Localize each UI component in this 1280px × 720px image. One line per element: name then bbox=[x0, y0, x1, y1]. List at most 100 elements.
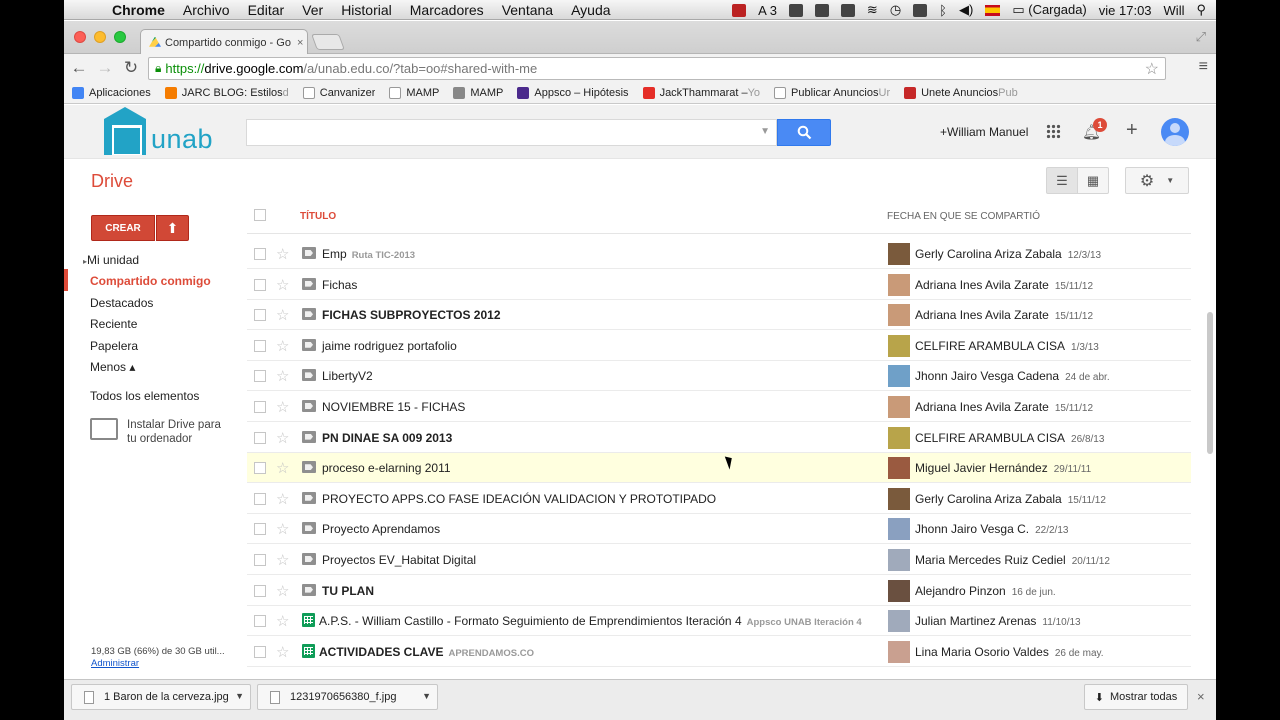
evernote-icon[interactable] bbox=[814, 3, 829, 17]
menu-marcadores[interactable]: Marcadores bbox=[410, 2, 484, 18]
bookmark-item[interactable]: Publicar Anuncios Ur bbox=[774, 86, 890, 99]
table-row[interactable]: ☆ LibertyV2 Jhonn Jairo Vesga Cadena 24 de … bbox=[247, 361, 1191, 392]
bookmark-item[interactable]: JARC BLOG: Estilos d bbox=[164, 86, 289, 99]
menu-historial[interactable]: Historial bbox=[341, 2, 392, 18]
input-flag-icon[interactable] bbox=[985, 4, 1001, 16]
sync-icon[interactable] bbox=[788, 3, 803, 17]
file-title[interactable]: LibertyV2 bbox=[322, 369, 378, 383]
sidebar-item-reciente[interactable]: Reciente bbox=[90, 317, 137, 331]
star-icon[interactable]: ☆ bbox=[276, 306, 289, 324]
user-menu[interactable]: Will bbox=[1164, 3, 1185, 18]
chrome-menu-icon[interactable]: ≡ bbox=[1199, 58, 1208, 76]
select-all-checkbox[interactable] bbox=[254, 209, 266, 221]
display-icon[interactable] bbox=[913, 3, 928, 17]
file-title[interactable]: NOVIEMBRE 15 - FICHAS bbox=[322, 400, 470, 414]
bookmark-item[interactable]: JackThammarat – Yo bbox=[642, 86, 760, 99]
zoom-window-button[interactable] bbox=[114, 31, 126, 43]
search-input[interactable]: ▼ bbox=[246, 119, 777, 146]
avatar-icon[interactable] bbox=[1161, 118, 1189, 146]
create-button[interactable]: CREAR bbox=[91, 215, 155, 241]
apps-grid-icon[interactable] bbox=[1046, 124, 1061, 139]
minimize-window-button[interactable] bbox=[94, 31, 106, 43]
wifi-icon[interactable]: ≋ bbox=[867, 2, 878, 18]
table-row[interactable]: ☆ PROYECTO APPS.CO FASE IDEACIÓN VALIDACI… bbox=[247, 484, 1191, 514]
sidebar-item-menos[interactable]: Menos ▴ bbox=[90, 360, 135, 374]
star-icon[interactable]: ☆ bbox=[276, 245, 289, 263]
address-bar[interactable]: 🔒︎ https:// drive.google.com /a/unab.edu… bbox=[148, 57, 1166, 80]
table-row[interactable]: ☆ Proyectos EV_Habitat Digital Maria Merce… bbox=[247, 545, 1191, 575]
chevron-down-icon[interactable]: ▼ bbox=[235, 691, 244, 701]
file-title[interactable]: A.P.S. - William Castillo - Formato Segu… bbox=[319, 614, 862, 628]
row-checkbox[interactable] bbox=[254, 248, 266, 260]
new-tab-button[interactable] bbox=[311, 34, 345, 50]
share-plus-icon[interactable]: + bbox=[1126, 119, 1138, 142]
star-icon[interactable]: ☆ bbox=[276, 582, 289, 600]
lock-icon[interactable]: 🔒︎ bbox=[155, 61, 161, 76]
search-button[interactable] bbox=[777, 119, 831, 146]
row-checkbox[interactable] bbox=[254, 492, 266, 505]
title-column-header[interactable]: TÍTULO bbox=[300, 211, 336, 222]
search-options-icon[interactable]: ▼ bbox=[760, 126, 770, 137]
bookmark-item[interactable]: Appsco – Hipótesis bbox=[517, 86, 629, 99]
close-window-button[interactable] bbox=[74, 31, 86, 43]
sidebar-item-papelera[interactable]: Papelera bbox=[90, 339, 138, 353]
back-icon[interactable]: ← bbox=[66, 58, 92, 78]
notification-badge[interactable]: 1 bbox=[1093, 118, 1107, 132]
row-checkbox[interactable] bbox=[254, 462, 266, 475]
row-checkbox[interactable] bbox=[254, 554, 266, 566]
row-checkbox[interactable] bbox=[254, 278, 266, 291]
table-row[interactable]: ☆ PN DINAE SA 009 2013 CELFIRE ARAMBULA CI… bbox=[247, 423, 1191, 453]
file-title[interactable]: PROYECTO APPS.CO FASE IDEACIÓN VALIDACIO… bbox=[322, 492, 721, 506]
table-row[interactable]: ☆ A.P.S. - William Castillo - Formato Seg… bbox=[247, 606, 1191, 637]
row-checkbox[interactable] bbox=[254, 401, 266, 413]
file-title[interactable]: Fichas bbox=[322, 278, 362, 292]
row-checkbox[interactable] bbox=[254, 523, 266, 536]
file-title[interactable]: jaime rodriguez portafolio bbox=[322, 339, 462, 353]
star-icon[interactable]: ☆ bbox=[276, 459, 289, 477]
file-title[interactable]: TU PLAN bbox=[322, 584, 379, 598]
reload-icon[interactable]: ↻ bbox=[118, 58, 144, 78]
battery-status[interactable]: ▭ (Cargada) bbox=[1012, 2, 1086, 18]
table-row[interactable]: ☆ FICHAS SUBPROYECTOS 2012 Adriana Ines Av… bbox=[247, 300, 1191, 331]
scrollbar[interactable] bbox=[1207, 312, 1213, 454]
chevron-down-icon[interactable]: ▼ bbox=[422, 691, 431, 701]
bookmark-item[interactable]: MAMP bbox=[453, 86, 503, 99]
star-icon[interactable]: ☆ bbox=[276, 490, 289, 508]
bluetooth-icon[interactable]: ᛒ bbox=[939, 3, 947, 18]
adobe-icon[interactable]: A 3 bbox=[758, 3, 777, 18]
star-icon[interactable]: ☆ bbox=[276, 398, 289, 416]
row-checkbox[interactable] bbox=[254, 431, 266, 444]
table-row[interactable]: ☆ Fichas Adriana Ines Avila Zarate 15/11/12 bbox=[247, 270, 1191, 300]
row-checkbox[interactable] bbox=[254, 584, 266, 597]
file-title[interactable]: proceso e-elarning 2011 bbox=[322, 461, 456, 475]
time-machine-icon[interactable]: ◷ bbox=[890, 2, 901, 18]
row-checkbox[interactable] bbox=[254, 370, 266, 383]
sidebar-item-mi-unidad[interactable]: ▸Mi unidad bbox=[83, 253, 139, 267]
star-icon[interactable]: ☆ bbox=[276, 643, 289, 661]
manage-storage-link[interactable]: Administrar bbox=[91, 658, 139, 669]
bookmark-star-icon[interactable]: ☆ bbox=[1145, 59, 1159, 79]
close-download-bar-icon[interactable]: × bbox=[1197, 689, 1205, 704]
clock[interactable]: vie 17:03 bbox=[1099, 3, 1152, 18]
forward-icon[interactable]: → bbox=[92, 58, 118, 78]
spotlight-icon[interactable]: ⚲ bbox=[1196, 2, 1206, 18]
table-row[interactable]: ☆ ACTIVIDADES CLAVE APRENDAMOS.CO Lina Mari… bbox=[247, 637, 1191, 667]
table-row[interactable]: ☆ Proyecto Aprendamos Jhonn Jairo Vesga C.… bbox=[247, 514, 1191, 545]
star-icon[interactable]: ☆ bbox=[276, 429, 289, 447]
dropbox-icon[interactable] bbox=[840, 3, 855, 17]
table-row[interactable]: ☆ NOVIEMBRE 15 - FICHAS Adriana Ines Avila… bbox=[247, 392, 1191, 422]
shared-date-column-header[interactable]: FECHA EN QUE SE COMPARTIÓ bbox=[887, 211, 1040, 222]
page-title[interactable]: Drive bbox=[91, 171, 133, 192]
unab-logo[interactable]: unab bbox=[104, 107, 213, 155]
menu-app-chrome[interactable]: Chrome bbox=[112, 2, 165, 18]
star-icon[interactable]: ☆ bbox=[276, 551, 289, 569]
list-view-button[interactable]: ☰ bbox=[1046, 167, 1078, 194]
row-checkbox[interactable] bbox=[254, 339, 266, 352]
install-drive-link[interactable]: Instalar Drive para tu ordenador bbox=[90, 418, 221, 446]
star-icon[interactable]: ☆ bbox=[276, 520, 289, 538]
star-icon[interactable]: ☆ bbox=[276, 337, 289, 355]
menu-ayuda[interactable]: Ayuda bbox=[571, 2, 610, 18]
row-checkbox[interactable] bbox=[254, 309, 266, 322]
upload-button[interactable]: ⬆ bbox=[156, 215, 189, 241]
table-row[interactable]: ☆ Emp Ruta TIC-2013 Gerly Carolina Ariza Za… bbox=[247, 239, 1191, 269]
